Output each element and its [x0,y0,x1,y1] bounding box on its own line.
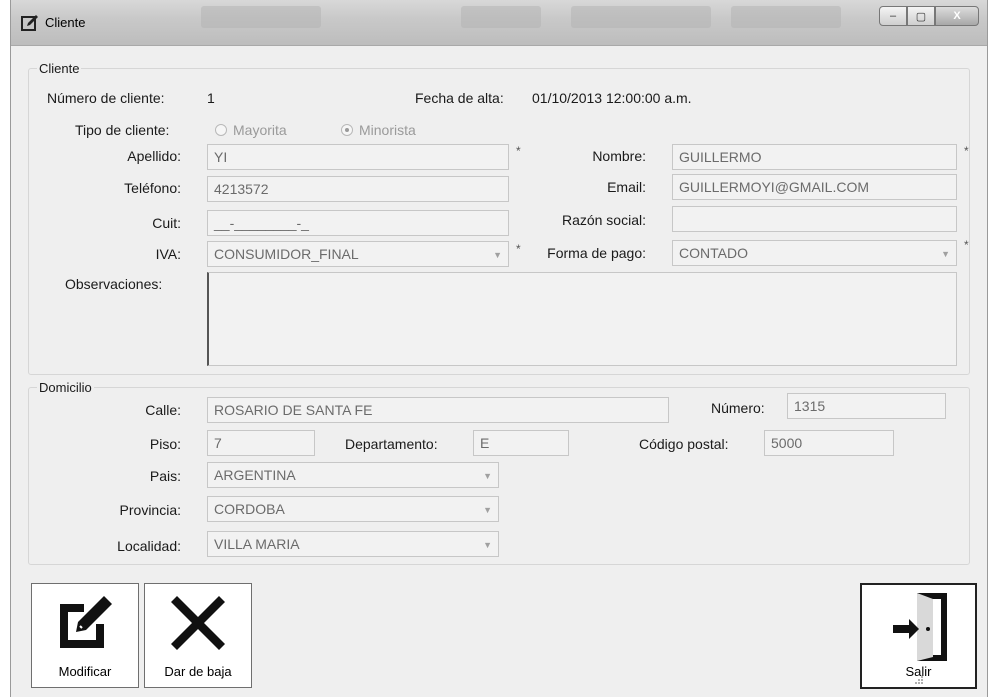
piso-field[interactable]: 7 [207,430,315,456]
departamento-label: Departamento: [345,436,438,452]
email-label: Email: [607,179,646,195]
iva-select-value: CONSUMIDOR_FINAL [214,246,359,262]
maximize-button[interactable]: ▢ [907,6,935,26]
modificar-button[interactable]: Modificar [31,583,139,688]
chevron-down-icon: ▼ [483,471,492,481]
close-button[interactable]: X [935,6,979,26]
delete-x-icon [171,596,225,650]
window-title: Cliente [45,15,86,30]
cuit-label: Cuit: [152,215,181,231]
provincia-select[interactable]: CORDOBA ▼ [207,496,499,522]
chevron-down-icon: ▼ [483,540,492,550]
iva-label: IVA: [155,246,181,262]
nombre-required-mark: * [964,144,969,158]
departamento-field[interactable]: E [473,430,569,456]
pais-select[interactable]: ARGENTINA ▼ [207,462,499,488]
apellido-label: Apellido: [127,148,181,164]
cuit-field[interactable]: __-________-_ [207,210,509,236]
forma-pago-label: Forma de pago: [547,245,646,261]
localidad-label: Localidad: [117,538,181,554]
numero-cliente-value: 1 [207,90,215,106]
codigo-postal-label: Código postal: [639,436,729,452]
numero-cliente-label: Número de cliente: [47,90,165,106]
radio-minorista-label: Minorista [359,122,416,138]
nombre-label: Nombre: [592,148,646,164]
telefono-label: Teléfono: [124,180,181,196]
forma-pago-required-mark: * [964,238,969,252]
nombre-field[interactable]: GUILLERMO [672,144,957,170]
piso-label: Piso: [149,436,181,452]
pais-label: Pais: [149,468,181,484]
forma-pago-select-value: CONTADO [679,245,748,261]
chevron-down-icon: ▼ [493,250,502,260]
localidad-select-value: VILLA MARIA [214,536,300,552]
exit-door-icon [892,593,947,661]
pais-select-value: ARGENTINA [214,467,296,483]
cliente-group-label: Cliente [37,61,82,76]
cliente-window: Cliente – ▢ X Cliente Número de cliente:… [10,0,988,697]
razon-social-field[interactable] [672,206,957,232]
fecha-alta-label: Fecha de alta: [415,90,504,106]
razon-social-label: Razón social: [561,212,646,228]
radio-mayorita-dot [215,124,227,136]
minimize-button[interactable]: – [879,6,907,26]
chevron-down-icon: ▼ [483,505,492,515]
title-bar[interactable]: Cliente – ▢ X [11,0,987,46]
tipo-cliente-label: Tipo de cliente: [75,122,170,138]
observaciones-textarea[interactable] [207,272,957,366]
dar-de-baja-button-label: Dar de baja [164,664,232,679]
iva-required-mark: * [516,242,521,256]
modificar-button-label: Modificar [58,664,112,679]
salir-button[interactable]: Salir [860,583,977,689]
radio-mayorita-label: Mayorita [233,122,287,138]
localidad-select[interactable]: VILLA MARIA ▼ [207,531,499,557]
provincia-label: Provincia: [119,502,181,518]
domicilio-group-label: Domicilio [37,380,94,395]
iva-select[interactable]: CONSUMIDOR_FINAL ▼ [207,241,509,267]
calle-label: Calle: [145,402,181,418]
resize-grip-icon[interactable] [914,675,924,685]
email-field[interactable]: GUILLERMOYI@GMAIL.COM [672,174,957,200]
apellido-field[interactable]: YI [207,144,509,170]
forma-pago-select[interactable]: CONTADO ▼ [672,240,957,266]
apellido-required-mark: * [516,144,521,158]
numero-domicilio-label: Número: [711,400,765,416]
edit-window-icon [21,15,38,31]
radio-mayorita[interactable]: Mayorita [215,122,287,138]
codigo-postal-field[interactable]: 5000 [764,430,894,456]
dar-de-baja-button[interactable]: Dar de baja [144,583,252,688]
observaciones-label: Observaciones: [65,276,163,292]
fecha-alta-value: 01/10/2013 12:00:00 a.m. [532,90,692,106]
chevron-down-icon: ▼ [941,249,950,259]
edit-icon [60,596,112,648]
telefono-field[interactable]: 4213572 [207,176,509,202]
numero-domicilio-field[interactable]: 1315 [787,393,946,419]
provincia-select-value: CORDOBA [214,501,285,517]
radio-minorista-dot [341,124,353,136]
calle-field[interactable]: ROSARIO DE SANTA FE [207,397,669,423]
radio-minorista[interactable]: Minorista [341,122,416,138]
